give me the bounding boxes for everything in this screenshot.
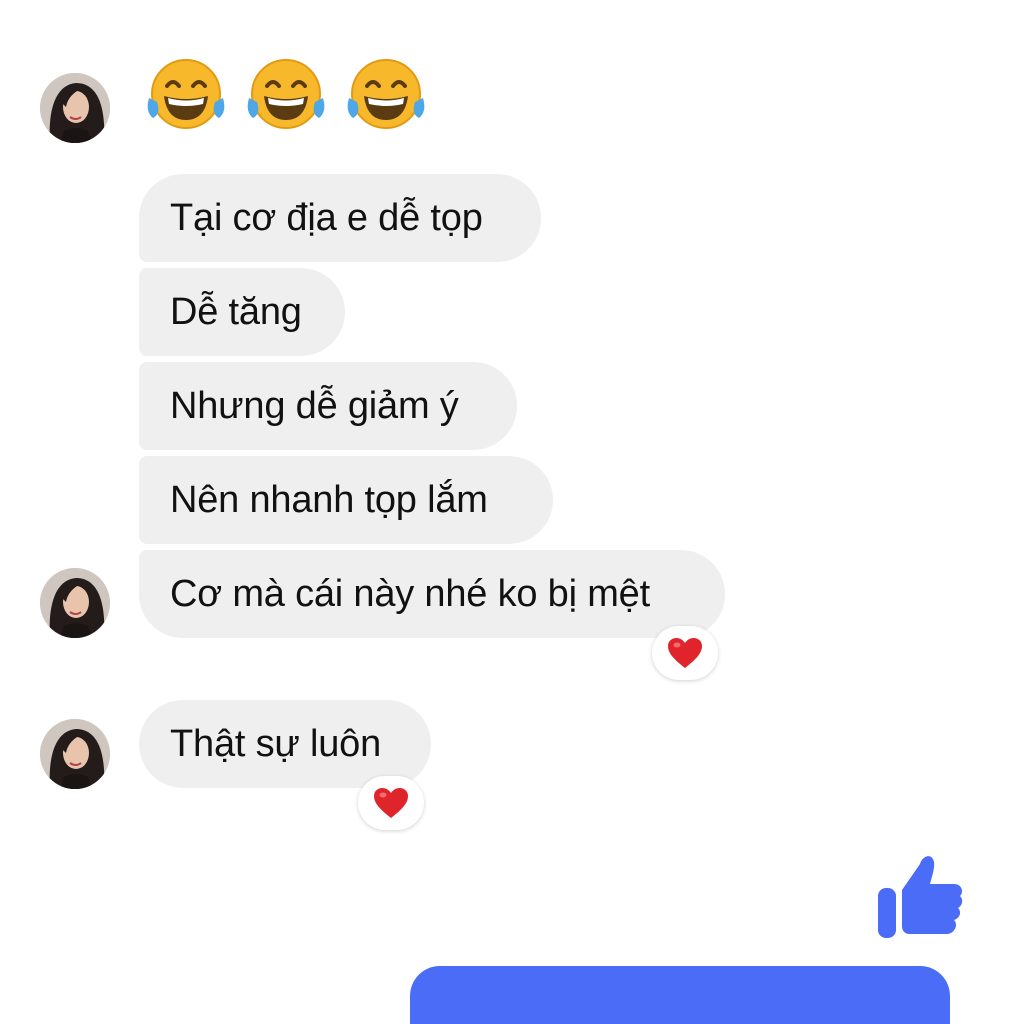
thumbs-up-icon[interactable]: [876, 850, 964, 940]
heart-reaction[interactable]: [358, 776, 424, 830]
heart-reaction[interactable]: [652, 626, 718, 680]
message-bubble[interactable]: Tại cơ địa e dễ tọp: [139, 174, 541, 262]
message-bubble[interactable]: Thật sự luôn: [139, 700, 431, 788]
face-with-tears-of-joy-icon: [247, 59, 325, 129]
face-with-tears-of-joy-icon: [147, 59, 225, 129]
message-bubble[interactable]: Nhưng dễ giảm ý: [139, 362, 517, 450]
message-bubble[interactable]: Dễ tăng: [139, 268, 345, 356]
face-with-tears-of-joy-icon: [347, 59, 425, 129]
heart-icon: [668, 638, 702, 668]
message-bubble[interactable]: Nên nhanh tọp lắm: [139, 456, 553, 544]
heart-icon: [374, 788, 408, 818]
contact-avatar[interactable]: [40, 719, 110, 789]
contact-avatar[interactable]: [40, 73, 110, 143]
contact-avatar[interactable]: [40, 568, 110, 638]
outgoing-message-bubble[interactable]: [410, 966, 950, 1024]
chat-thread: Tại cơ địa e dễ tọp Dễ tăng Nhưng dễ giả…: [0, 0, 1024, 1024]
message-bubble[interactable]: Cơ mà cái này nhé ko bị mệt: [139, 550, 725, 638]
emoji-message[interactable]: [143, 52, 429, 134]
